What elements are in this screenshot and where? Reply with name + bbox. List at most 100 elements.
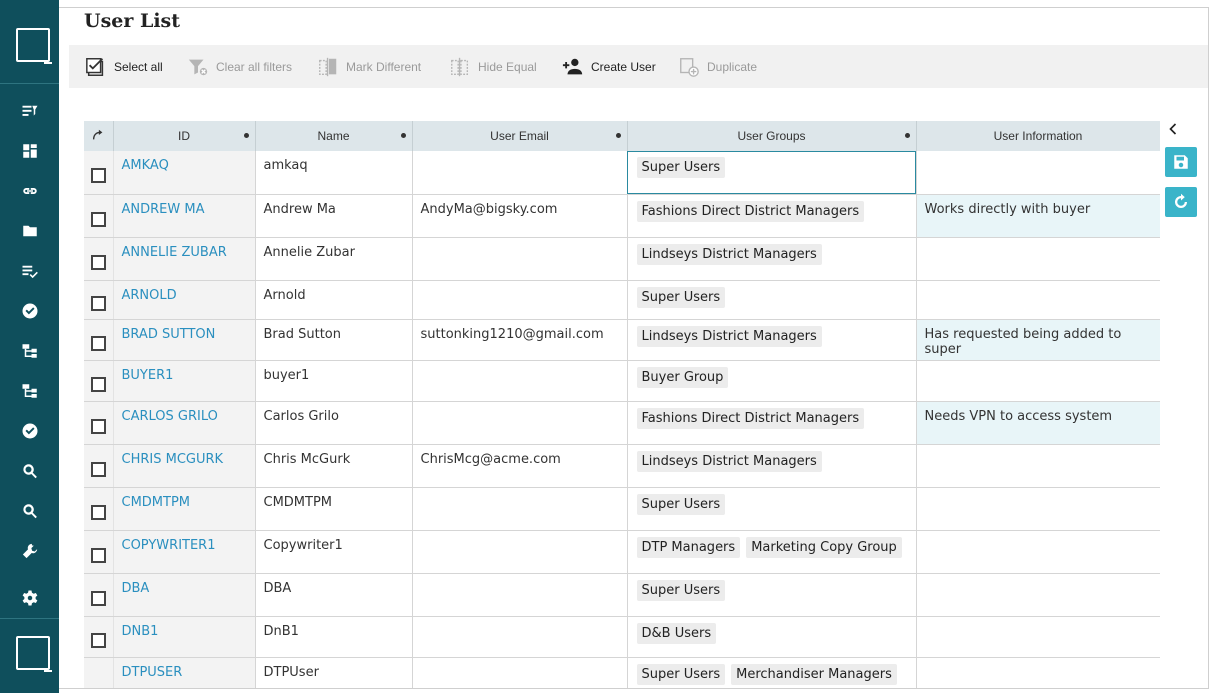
info-cell[interactable] (916, 237, 1160, 281)
create-user-button[interactable]: Create User (561, 55, 656, 79)
table-row[interactable]: BRAD SUTTON Brad Sutton suttonking1210@gma… (84, 319, 1160, 361)
groups-cell[interactable]: Fashions Direct District Managers (627, 401, 917, 445)
check-circle-icon[interactable] (20, 421, 40, 441)
group-tag[interactable]: Lindseys District Managers (636, 325, 822, 347)
row-checkbox[interactable] (91, 504, 106, 520)
checklist-icon[interactable] (20, 261, 40, 281)
save-button[interactable] (1165, 147, 1197, 177)
group-tag[interactable]: DTP Managers (636, 536, 741, 558)
duplicate-button[interactable]: Duplicate (677, 55, 757, 79)
row-checkbox[interactable] (91, 168, 106, 183)
table-row[interactable]: ANNELIE ZUBAR Annelie Zubar Lindseys Distr… (84, 237, 1160, 281)
clear-filters-button[interactable]: Clear all filters (186, 55, 292, 79)
name-cell[interactable]: Andrew Ma (255, 194, 413, 238)
name-cell[interactable]: CMDMTPM (255, 487, 413, 531)
table-row[interactable]: BUYER1 buyer1 Buyer Group (84, 360, 1160, 402)
select-all-button[interactable]: Select all (84, 55, 163, 79)
info-cell[interactable]: Has requested being added to super (916, 319, 1160, 361)
email-cell[interactable] (412, 657, 628, 688)
folder-icon[interactable] (20, 221, 40, 241)
groups-cell[interactable]: Lindseys District Managers (627, 444, 917, 488)
groups-cell[interactable]: Lindseys District Managers (627, 237, 917, 281)
user-id-link[interactable]: ANNELIE ZUBAR (114, 238, 255, 260)
check-circle-icon[interactable] (20, 301, 40, 321)
dashboard-icon[interactable] (20, 141, 40, 161)
info-cell[interactable] (916, 360, 1160, 402)
column-header-email[interactable]: User Email (412, 121, 628, 151)
name-cell[interactable]: DnB1 (255, 616, 413, 658)
user-id-link[interactable]: DBA (114, 574, 255, 596)
row-checkbox[interactable] (91, 335, 106, 351)
app-logo-icon[interactable] (16, 636, 52, 672)
row-checkbox[interactable] (91, 632, 106, 648)
group-tag[interactable]: Fashions Direct District Managers (636, 407, 865, 429)
row-checkbox[interactable] (91, 254, 106, 270)
search-icon[interactable] (20, 501, 40, 521)
user-id-link[interactable]: DTPUSER (114, 658, 255, 680)
group-tag[interactable]: Super Users (636, 493, 726, 515)
group-tag[interactable]: Lindseys District Managers (636, 243, 822, 265)
email-cell[interactable] (412, 401, 628, 445)
name-cell[interactable]: amkaq (255, 151, 413, 195)
email-cell[interactable] (412, 487, 628, 531)
group-tag[interactable]: Marketing Copy Group (746, 536, 902, 558)
search-icon[interactable] (20, 461, 40, 481)
wrench-icon[interactable] (20, 541, 40, 561)
user-id-link[interactable]: AMKAQ (114, 151, 255, 173)
info-cell[interactable] (916, 444, 1160, 488)
groups-cell[interactable]: Buyer Group (627, 360, 917, 402)
email-cell[interactable]: ChrisMcg@acme.com (412, 444, 628, 488)
groups-cell[interactable]: Super Users (627, 487, 917, 531)
table-row[interactable]: DTPUSER DTPUser Super Users Merchandiser Ma… (84, 657, 1160, 688)
mark-different-button[interactable]: Mark Different (316, 55, 421, 79)
table-row[interactable]: COPYWRITER1 Copywriter1 DTP Managers Market… (84, 530, 1160, 574)
row-checkbox[interactable] (91, 295, 106, 311)
name-cell[interactable]: Copywriter1 (255, 530, 413, 574)
name-cell[interactable]: Carlos Grilo (255, 401, 413, 445)
table-row[interactable]: ARNOLD Arnold Super Users (84, 280, 1160, 320)
user-id-link[interactable]: ANDREW MA (114, 195, 255, 217)
email-cell[interactable] (412, 237, 628, 281)
list-filter-icon[interactable] (20, 101, 40, 121)
user-id-link[interactable]: CHRIS MCGURK (114, 445, 255, 467)
app-logo-icon[interactable] (16, 28, 52, 64)
reorder-column-header[interactable] (84, 121, 114, 151)
user-id-link[interactable]: CMDMTPM (114, 488, 255, 510)
hide-equal-button[interactable]: Hide Equal (448, 55, 537, 79)
email-cell[interactable] (412, 530, 628, 574)
groups-cell[interactable]: Super Users Merchandiser Managers (627, 657, 917, 688)
group-tag[interactable]: Super Users (636, 286, 726, 308)
name-cell[interactable]: Brad Sutton (255, 319, 413, 361)
row-checkbox[interactable] (91, 547, 106, 563)
name-cell[interactable]: Chris McGurk (255, 444, 413, 488)
group-tag[interactable]: D&B Users (636, 622, 717, 644)
column-header-groups[interactable]: User Groups (627, 121, 917, 151)
table-row[interactable]: DNB1 DnB1 D&B Users (84, 616, 1160, 658)
user-id-link[interactable]: ARNOLD (114, 281, 255, 303)
email-cell[interactable] (412, 573, 628, 617)
groups-cell[interactable]: DTP Managers Marketing Copy Group (627, 530, 917, 574)
column-header-name[interactable]: Name (255, 121, 413, 151)
name-cell[interactable]: buyer1 (255, 360, 413, 402)
row-checkbox[interactable] (91, 418, 106, 434)
row-checkbox[interactable] (91, 461, 106, 477)
hierarchy-icon[interactable] (20, 341, 40, 361)
user-id-link[interactable]: BUYER1 (114, 361, 255, 383)
group-tag[interactable]: Merchandiser Managers (731, 663, 897, 685)
table-row[interactable]: DBA DBA Super Users (84, 573, 1160, 617)
name-cell[interactable]: DTPUser (255, 657, 413, 688)
user-id-link[interactable]: CARLOS GRILO (114, 402, 255, 424)
user-id-link[interactable]: COPYWRITER1 (114, 531, 255, 553)
column-header-info[interactable]: User Information (916, 121, 1160, 151)
gear-icon[interactable] (20, 588, 40, 608)
row-checkbox[interactable] (91, 211, 106, 227)
table-row[interactable]: CARLOS GRILO Carlos Grilo Fashions Direct … (84, 401, 1160, 445)
column-header-id[interactable]: ID (113, 121, 256, 151)
link-icon[interactable] (20, 181, 40, 201)
info-cell[interactable] (916, 616, 1160, 658)
info-cell[interactable] (916, 280, 1160, 320)
info-cell[interactable] (916, 487, 1160, 531)
groups-cell[interactable]: Super Users (627, 151, 917, 195)
refresh-button[interactable] (1165, 187, 1197, 217)
email-cell[interactable] (412, 151, 628, 195)
